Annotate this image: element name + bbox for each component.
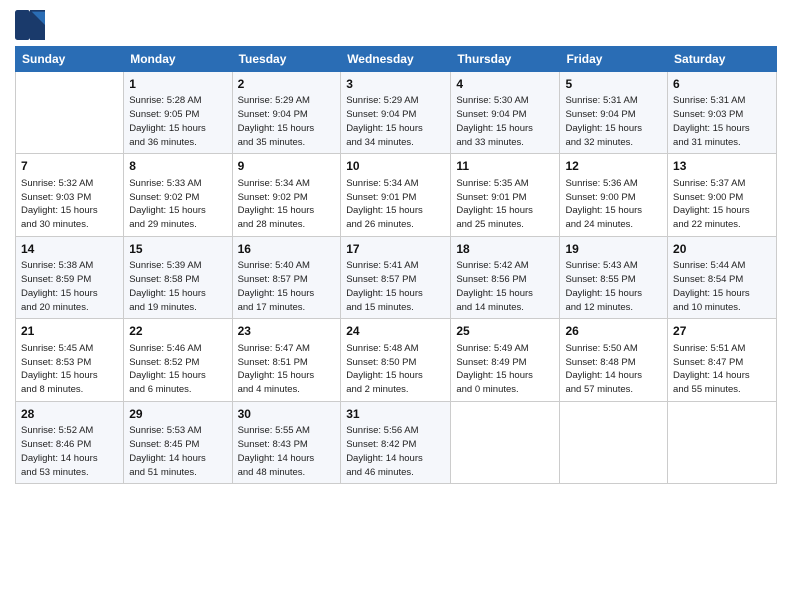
calendar-header-row: SundayMondayTuesdayWednesdayThursdayFrid…: [16, 47, 777, 72]
calendar-cell: 10Sunrise: 5:34 AMSunset: 9:01 PMDayligh…: [341, 154, 451, 236]
calendar-week-1: 1Sunrise: 5:28 AMSunset: 9:05 PMDaylight…: [16, 72, 777, 154]
calendar-cell: 16Sunrise: 5:40 AMSunset: 8:57 PMDayligh…: [232, 236, 341, 318]
day-number: 7: [21, 158, 118, 175]
calendar-cell: [451, 401, 560, 483]
calendar-cell: 5Sunrise: 5:31 AMSunset: 9:04 PMDaylight…: [560, 72, 668, 154]
day-number: 11: [456, 158, 554, 175]
calendar-cell: 27Sunrise: 5:51 AMSunset: 8:47 PMDayligh…: [668, 319, 777, 401]
day-number: 21: [21, 323, 118, 340]
day-number: 9: [238, 158, 336, 175]
calendar-cell: 9Sunrise: 5:34 AMSunset: 9:02 PMDaylight…: [232, 154, 341, 236]
calendar-cell: 23Sunrise: 5:47 AMSunset: 8:51 PMDayligh…: [232, 319, 341, 401]
calendar-cell: 28Sunrise: 5:52 AMSunset: 8:46 PMDayligh…: [16, 401, 124, 483]
day-number: 18: [456, 241, 554, 258]
calendar-cell: [16, 72, 124, 154]
day-number: 15: [129, 241, 226, 258]
calendar-cell: 25Sunrise: 5:49 AMSunset: 8:49 PMDayligh…: [451, 319, 560, 401]
calendar-cell: 29Sunrise: 5:53 AMSunset: 8:45 PMDayligh…: [124, 401, 232, 483]
calendar-cell: 18Sunrise: 5:42 AMSunset: 8:56 PMDayligh…: [451, 236, 560, 318]
weekday-header-monday: Monday: [124, 47, 232, 72]
day-number: 30: [238, 406, 336, 423]
calendar-cell: 30Sunrise: 5:55 AMSunset: 8:43 PMDayligh…: [232, 401, 341, 483]
calendar-cell: 2Sunrise: 5:29 AMSunset: 9:04 PMDaylight…: [232, 72, 341, 154]
weekday-header-friday: Friday: [560, 47, 668, 72]
calendar-cell: 19Sunrise: 5:43 AMSunset: 8:55 PMDayligh…: [560, 236, 668, 318]
weekday-header-tuesday: Tuesday: [232, 47, 341, 72]
weekday-header-thursday: Thursday: [451, 47, 560, 72]
calendar-cell: [668, 401, 777, 483]
day-number: 16: [238, 241, 336, 258]
day-number: 27: [673, 323, 771, 340]
day-number: 23: [238, 323, 336, 340]
day-number: 31: [346, 406, 445, 423]
calendar-cell: [560, 401, 668, 483]
day-number: 1: [129, 76, 226, 93]
calendar-week-2: 7Sunrise: 5:32 AMSunset: 9:03 PMDaylight…: [16, 154, 777, 236]
calendar-cell: 8Sunrise: 5:33 AMSunset: 9:02 PMDaylight…: [124, 154, 232, 236]
calendar-cell: 14Sunrise: 5:38 AMSunset: 8:59 PMDayligh…: [16, 236, 124, 318]
calendar-cell: 22Sunrise: 5:46 AMSunset: 8:52 PMDayligh…: [124, 319, 232, 401]
calendar-cell: 4Sunrise: 5:30 AMSunset: 9:04 PMDaylight…: [451, 72, 560, 154]
day-number: 2: [238, 76, 336, 93]
calendar-cell: 31Sunrise: 5:56 AMSunset: 8:42 PMDayligh…: [341, 401, 451, 483]
day-number: 4: [456, 76, 554, 93]
weekday-header-wednesday: Wednesday: [341, 47, 451, 72]
calendar-cell: 1Sunrise: 5:28 AMSunset: 9:05 PMDaylight…: [124, 72, 232, 154]
day-number: 12: [565, 158, 662, 175]
day-number: 8: [129, 158, 226, 175]
calendar-cell: 11Sunrise: 5:35 AMSunset: 9:01 PMDayligh…: [451, 154, 560, 236]
day-number: 29: [129, 406, 226, 423]
calendar-cell: 17Sunrise: 5:41 AMSunset: 8:57 PMDayligh…: [341, 236, 451, 318]
calendar-cell: 6Sunrise: 5:31 AMSunset: 9:03 PMDaylight…: [668, 72, 777, 154]
calendar-cell: 21Sunrise: 5:45 AMSunset: 8:53 PMDayligh…: [16, 319, 124, 401]
day-number: 3: [346, 76, 445, 93]
day-number: 17: [346, 241, 445, 258]
calendar-cell: 7Sunrise: 5:32 AMSunset: 9:03 PMDaylight…: [16, 154, 124, 236]
day-number: 14: [21, 241, 118, 258]
day-number: 28: [21, 406, 118, 423]
calendar-cell: 3Sunrise: 5:29 AMSunset: 9:04 PMDaylight…: [341, 72, 451, 154]
day-number: 25: [456, 323, 554, 340]
calendar-cell: 13Sunrise: 5:37 AMSunset: 9:00 PMDayligh…: [668, 154, 777, 236]
header: [15, 10, 777, 40]
weekday-header-sunday: Sunday: [16, 47, 124, 72]
day-number: 26: [565, 323, 662, 340]
calendar-week-3: 14Sunrise: 5:38 AMSunset: 8:59 PMDayligh…: [16, 236, 777, 318]
page: SundayMondayTuesdayWednesdayThursdayFrid…: [0, 0, 792, 612]
day-number: 24: [346, 323, 445, 340]
day-number: 13: [673, 158, 771, 175]
calendar-table: SundayMondayTuesdayWednesdayThursdayFrid…: [15, 46, 777, 484]
day-number: 22: [129, 323, 226, 340]
weekday-header-saturday: Saturday: [668, 47, 777, 72]
logo-icon: [15, 10, 45, 40]
calendar-week-4: 21Sunrise: 5:45 AMSunset: 8:53 PMDayligh…: [16, 319, 777, 401]
calendar-cell: 12Sunrise: 5:36 AMSunset: 9:00 PMDayligh…: [560, 154, 668, 236]
day-number: 5: [565, 76, 662, 93]
calendar-cell: 20Sunrise: 5:44 AMSunset: 8:54 PMDayligh…: [668, 236, 777, 318]
calendar-week-5: 28Sunrise: 5:52 AMSunset: 8:46 PMDayligh…: [16, 401, 777, 483]
calendar-cell: 26Sunrise: 5:50 AMSunset: 8:48 PMDayligh…: [560, 319, 668, 401]
calendar-cell: 24Sunrise: 5:48 AMSunset: 8:50 PMDayligh…: [341, 319, 451, 401]
calendar-cell: 15Sunrise: 5:39 AMSunset: 8:58 PMDayligh…: [124, 236, 232, 318]
day-number: 10: [346, 158, 445, 175]
day-number: 19: [565, 241, 662, 258]
logo: [15, 10, 47, 40]
day-number: 6: [673, 76, 771, 93]
day-number: 20: [673, 241, 771, 258]
